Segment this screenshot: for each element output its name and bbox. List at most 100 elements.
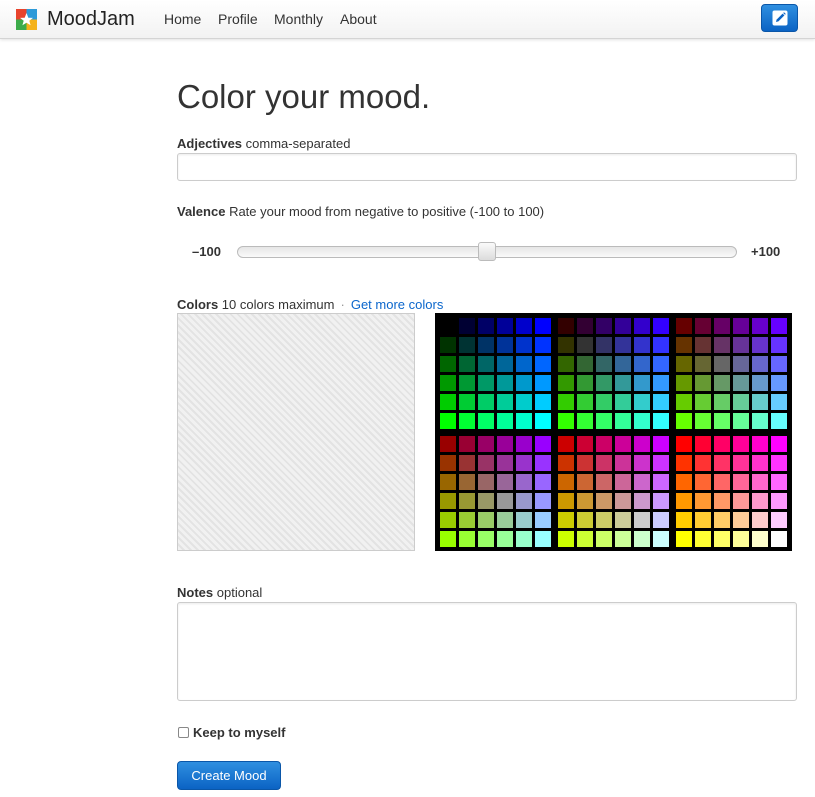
color-swatch[interactable] [634,493,650,509]
color-swatch[interactable] [558,318,574,334]
color-swatch[interactable] [535,413,551,429]
color-swatch[interactable] [653,531,669,547]
color-swatch[interactable] [459,394,475,410]
color-swatch[interactable] [596,455,612,471]
color-swatch[interactable] [516,455,532,471]
color-swatch[interactable] [634,318,650,334]
color-swatch[interactable] [478,531,494,547]
color-swatch[interactable] [653,413,669,429]
color-swatch[interactable] [459,474,475,490]
color-swatch[interactable] [558,394,574,410]
color-swatch[interactable] [459,375,475,391]
color-swatch[interactable] [577,493,593,509]
color-swatch[interactable] [440,337,456,353]
valence-slider-thumb[interactable] [478,242,496,261]
color-swatch[interactable] [478,455,494,471]
color-swatch[interactable] [478,356,494,372]
color-swatch[interactable] [771,531,787,547]
color-swatch[interactable] [497,474,513,490]
color-swatch[interactable] [596,474,612,490]
color-swatch[interactable] [615,394,631,410]
color-swatch[interactable] [733,337,749,353]
color-swatch[interactable] [615,375,631,391]
color-swatch[interactable] [516,337,532,353]
color-swatch[interactable] [733,474,749,490]
color-swatch[interactable] [676,474,692,490]
color-swatch[interactable] [714,531,730,547]
color-swatch[interactable] [577,337,593,353]
color-swatch[interactable] [771,512,787,528]
color-swatch[interactable] [733,531,749,547]
color-swatch[interactable] [577,375,593,391]
color-swatch[interactable] [459,337,475,353]
color-swatch[interactable] [440,375,456,391]
color-swatch[interactable] [695,337,711,353]
get-more-colors-link[interactable]: Get more colors [351,297,443,312]
color-swatch[interactable] [752,436,768,452]
color-swatch[interactable] [478,413,494,429]
color-swatch[interactable] [558,512,574,528]
color-swatch[interactable] [497,531,513,547]
color-swatch[interactable] [653,455,669,471]
color-swatch[interactable] [771,436,787,452]
color-swatch[interactable] [634,337,650,353]
color-swatch[interactable] [596,413,612,429]
color-swatch[interactable] [733,375,749,391]
color-swatch[interactable] [714,375,730,391]
color-swatch[interactable] [695,493,711,509]
color-swatch[interactable] [440,318,456,334]
color-swatch[interactable] [440,531,456,547]
color-swatch[interactable] [440,394,456,410]
color-swatch[interactable] [577,436,593,452]
color-swatch[interactable] [676,493,692,509]
color-swatch[interactable] [577,394,593,410]
color-swatch[interactable] [478,436,494,452]
color-swatch[interactable] [497,375,513,391]
color-swatch[interactable] [577,455,593,471]
color-swatch[interactable] [752,394,768,410]
color-swatch[interactable] [497,337,513,353]
color-swatch[interactable] [615,436,631,452]
color-swatch[interactable] [558,375,574,391]
color-swatch[interactable] [695,474,711,490]
adjectives-input[interactable] [177,153,797,181]
color-swatch[interactable] [771,356,787,372]
color-swatch[interactable] [497,413,513,429]
color-swatch[interactable] [714,455,730,471]
color-swatch[interactable] [615,455,631,471]
color-swatch[interactable] [459,356,475,372]
color-swatch[interactable] [676,512,692,528]
color-swatch[interactable] [558,436,574,452]
nav-profile[interactable]: Profile [218,11,258,27]
color-swatch[interactable] [733,318,749,334]
color-swatch[interactable] [771,455,787,471]
color-swatch[interactable] [516,474,532,490]
color-swatch[interactable] [596,375,612,391]
color-swatch[interactable] [634,436,650,452]
color-swatch[interactable] [497,436,513,452]
color-swatch[interactable] [516,531,532,547]
color-swatch[interactable] [634,413,650,429]
color-swatch[interactable] [634,512,650,528]
color-swatch[interactable] [653,356,669,372]
color-swatch[interactable] [497,455,513,471]
color-swatch[interactable] [771,493,787,509]
color-swatch[interactable] [634,455,650,471]
color-swatch[interactable] [714,413,730,429]
color-swatch[interactable] [459,436,475,452]
color-swatch[interactable] [516,512,532,528]
color-swatch[interactable] [752,493,768,509]
color-swatch[interactable] [733,436,749,452]
color-swatch[interactable] [596,318,612,334]
color-swatch[interactable] [653,512,669,528]
color-swatch[interactable] [535,318,551,334]
color-swatch[interactable] [535,512,551,528]
color-swatch[interactable] [535,436,551,452]
color-swatch[interactable] [440,474,456,490]
color-swatch[interactable] [478,318,494,334]
color-swatch[interactable] [478,394,494,410]
color-swatch[interactable] [752,318,768,334]
color-swatch[interactable] [440,356,456,372]
color-swatch[interactable] [516,436,532,452]
color-swatch[interactable] [714,474,730,490]
